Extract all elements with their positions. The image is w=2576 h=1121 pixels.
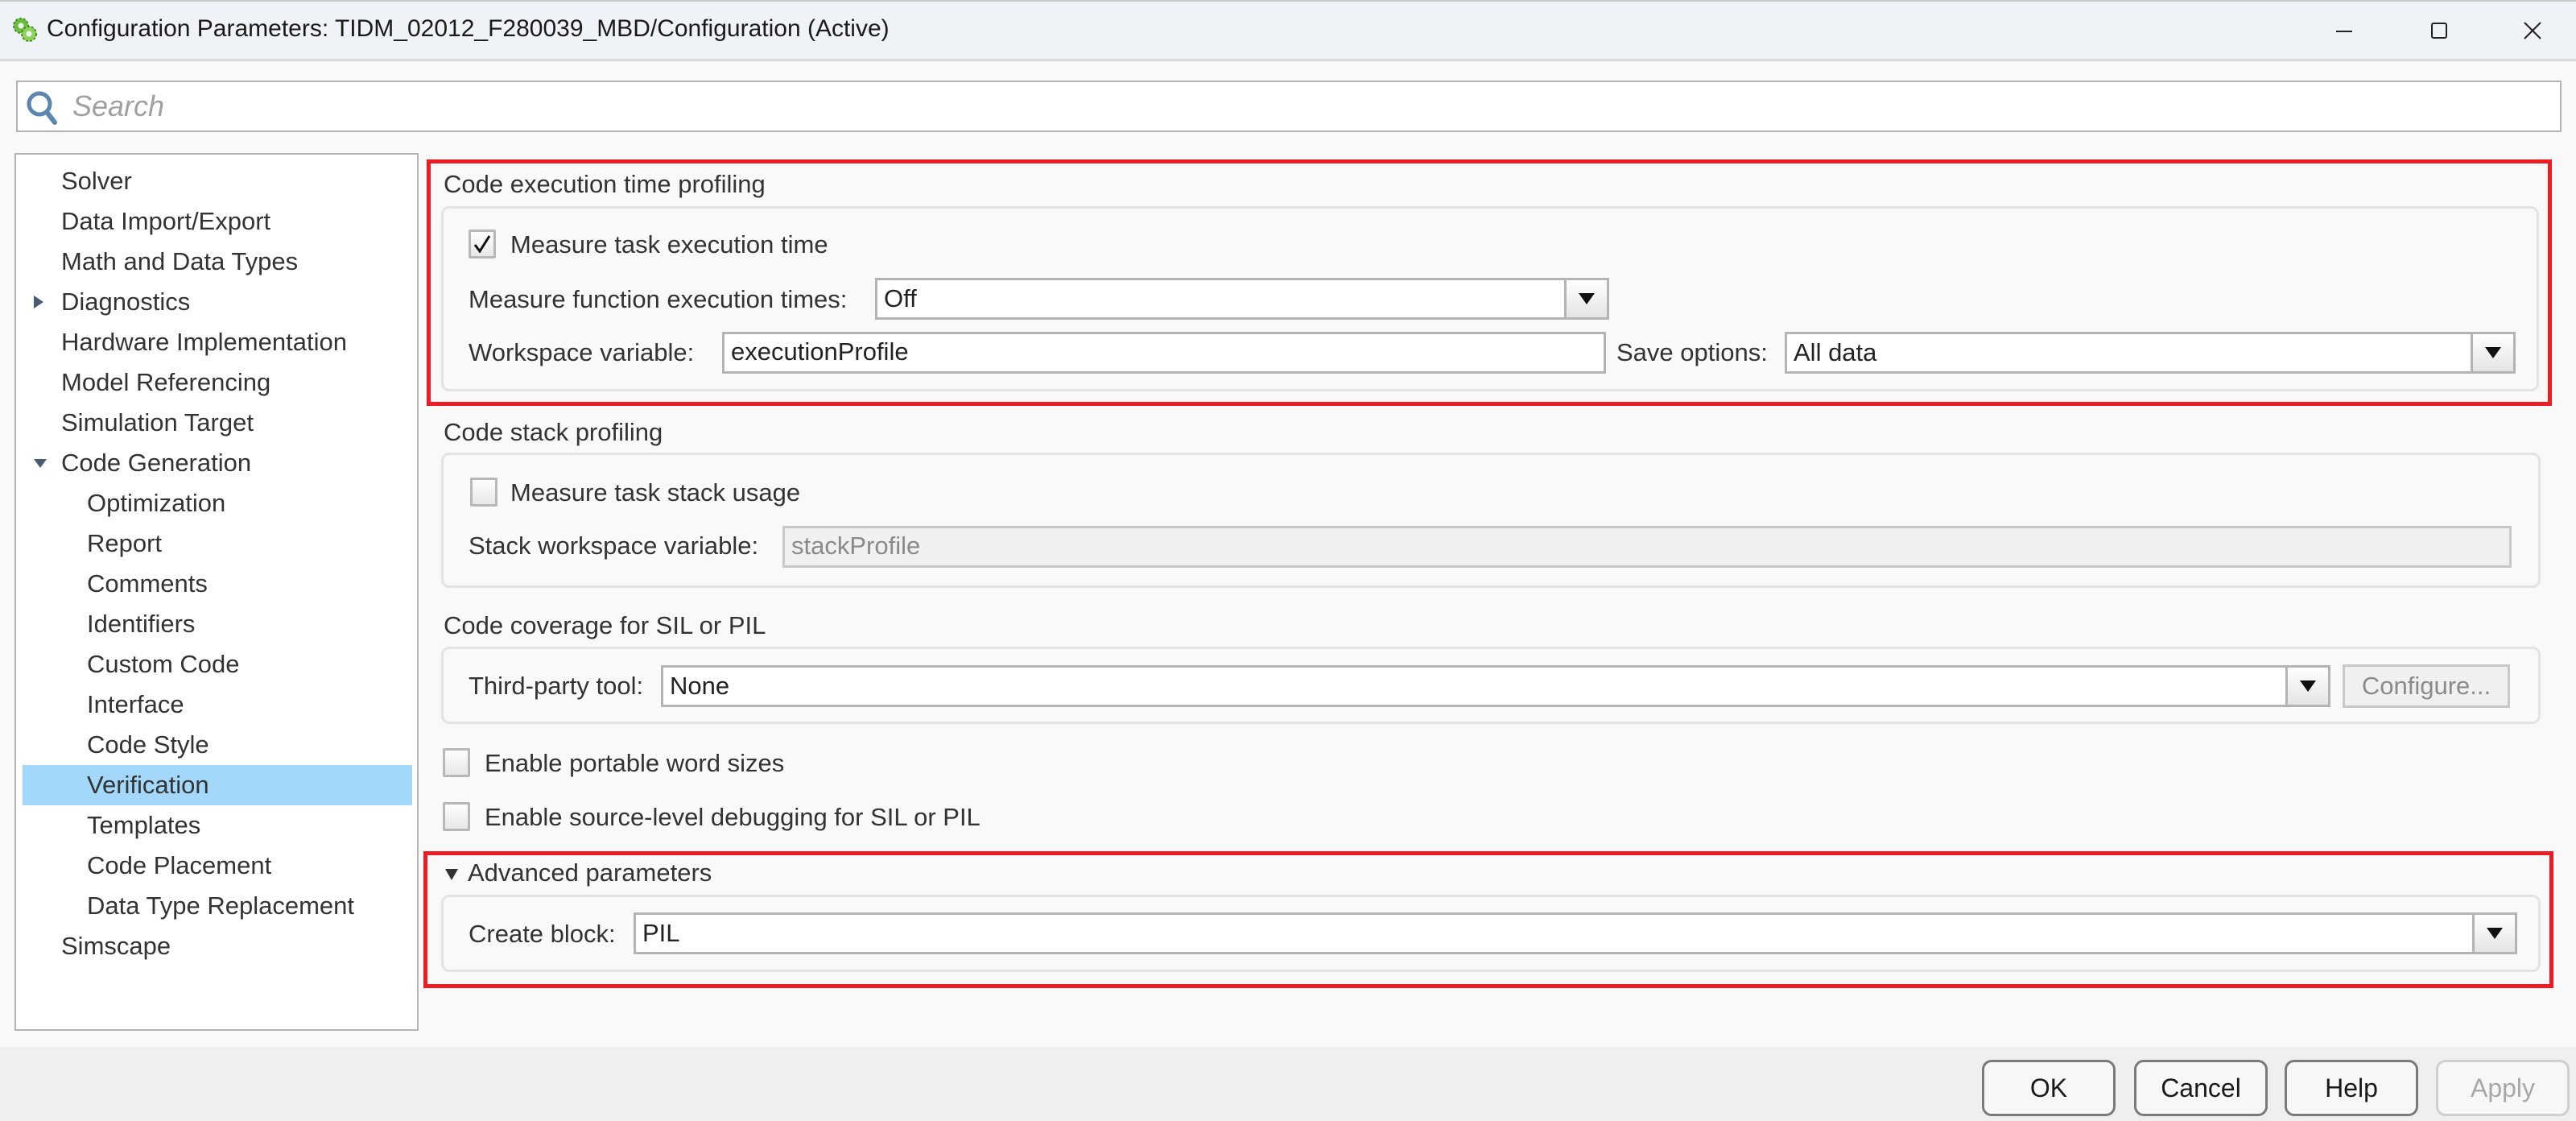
tree-item-label: Interface (87, 690, 184, 718)
tree-item-code-placement[interactable]: Code Placement (23, 846, 412, 886)
close-button[interactable] (2492, 8, 2573, 53)
tree-item-label: Math and Data Types (61, 247, 299, 275)
close-icon (2524, 22, 2541, 39)
collapse-arrow-icon[interactable] (32, 443, 52, 483)
tree-item-label: Optimization (87, 489, 226, 517)
tree-item-diagnostics[interactable]: Diagnostics (23, 282, 412, 322)
create-block-dropdown[interactable]: PIL (634, 912, 2517, 954)
apply-button: Apply (2436, 1060, 2570, 1116)
tree-item-label: Data Type Replacement (87, 891, 355, 920)
save-options-dropdown[interactable]: All data (1785, 332, 2516, 374)
third-party-tool-value: None (670, 672, 730, 700)
measure-task-execution-checkbox[interactable] (469, 230, 496, 259)
tree-item-label: Identifiers (87, 610, 196, 638)
source-debugging-checkbox[interactable] (443, 802, 470, 831)
gears-icon (11, 16, 39, 43)
tree-item-comments[interactable]: Comments (23, 564, 412, 604)
tree-item-optimization[interactable]: Optimization (23, 483, 412, 523)
tree-item-report[interactable]: Report (23, 523, 412, 564)
measure-function-label: Measure function execution times: (469, 285, 848, 313)
tree-item-interface[interactable]: Interface (23, 685, 412, 725)
tree-item-label: Code Placement (87, 851, 272, 879)
tree-item-data-type-replacement[interactable]: Data Type Replacement (23, 886, 412, 926)
tree-item-identifiers[interactable]: Identifiers (23, 604, 412, 644)
portable-word-sizes-checkbox[interactable] (443, 748, 470, 777)
minimize-icon (2336, 31, 2352, 32)
minimize-button[interactable] (2304, 8, 2384, 53)
search-icon (24, 89, 61, 126)
maximize-icon (2431, 23, 2447, 39)
measure-stack-usage-label: Measure task stack usage (510, 478, 801, 507)
tree-item-label: Code Generation (61, 449, 252, 477)
tree-item-label: Solver (61, 167, 132, 195)
dropdown-arrow-icon (1564, 280, 1607, 317)
tree-item-label: Report (87, 529, 163, 557)
create-block-label: Create block: (469, 920, 616, 948)
section-title-stack-profiling: Code stack profiling (444, 418, 663, 446)
measure-function-value: Off (884, 284, 917, 312)
tree-item-solver[interactable]: Solver (23, 161, 412, 201)
tree-item-hardware-implementation[interactable]: Hardware Implementation (23, 322, 412, 362)
stack-workspace-label: Stack workspace variable: (469, 532, 759, 560)
dropdown-arrow-icon (2472, 915, 2515, 952)
tree-item-label: Custom Code (87, 650, 240, 678)
create-block-value: PIL (642, 919, 680, 947)
category-tree: Solver Data Import/Export Math and Data … (14, 153, 419, 1031)
window-title: Configuration Parameters: TIDM_02012_F28… (47, 15, 890, 42)
configure-button: Configure... (2343, 664, 2510, 708)
section-title-code-coverage: Code coverage for SIL or PIL (444, 611, 766, 639)
tree-item-math-data-types[interactable]: Math and Data Types (23, 242, 412, 282)
tree-item-custom-code[interactable]: Custom Code (23, 644, 412, 685)
tree-item-simulation-target[interactable]: Simulation Target (23, 403, 412, 443)
tree-item-label: Templates (87, 811, 201, 839)
dropdown-arrow-icon (2285, 668, 2328, 705)
tree-item-label: Verification (87, 771, 209, 799)
search-input[interactable] (71, 87, 2534, 126)
stack-workspace-input: stackProfile (782, 526, 2512, 568)
tree-item-label: Hardware Implementation (61, 328, 347, 356)
save-options-label: Save options: (1616, 338, 1768, 366)
section-title-execution-profiling: Code execution time profiling (444, 170, 766, 198)
tree-item-label: Diagnostics (61, 287, 191, 316)
source-debugging-label: Enable source-level debugging for SIL or… (485, 803, 980, 831)
section-title-advanced-parameters[interactable]: Advanced parameters (468, 857, 712, 889)
workspace-variable-label: Workspace variable: (469, 338, 695, 366)
maximize-button[interactable] (2399, 8, 2479, 53)
tree-item-label: Data Import/Export (61, 207, 271, 235)
tree-item-verification[interactable]: Verification (23, 765, 412, 805)
measure-function-dropdown[interactable]: Off (875, 278, 1609, 320)
third-party-tool-dropdown[interactable]: None (661, 665, 2330, 707)
expand-arrow-icon[interactable] (32, 282, 52, 322)
tree-item-code-generation[interactable]: Code Generation (23, 443, 412, 483)
third-party-tool-label: Third-party tool: (469, 672, 644, 700)
measure-task-execution-label: Measure task execution time (510, 230, 828, 259)
ok-button[interactable]: OK (1982, 1060, 2116, 1116)
tree-item-code-style[interactable]: Code Style (23, 725, 412, 765)
tree-item-label: Comments (87, 569, 208, 598)
tree-item-model-referencing[interactable]: Model Referencing (23, 362, 412, 403)
tree-item-label: Model Referencing (61, 368, 271, 396)
dropdown-arrow-icon (2471, 334, 2513, 371)
cancel-button[interactable]: Cancel (2134, 1060, 2268, 1116)
help-button[interactable]: Help (2285, 1060, 2418, 1116)
search-box[interactable] (16, 81, 2562, 132)
portable-word-sizes-label: Enable portable word sizes (485, 749, 785, 777)
tree-item-label: Simscape (61, 932, 171, 960)
tree-item-label: Code Style (87, 730, 209, 759)
collapse-arrow-icon[interactable] (444, 867, 461, 884)
tree-item-data-import-export[interactable]: Data Import/Export (23, 201, 412, 242)
workspace-variable-input[interactable]: executionProfile (722, 332, 1606, 374)
checkmark-icon (473, 235, 491, 254)
tree-item-label: Simulation Target (61, 408, 254, 436)
tree-item-simscape[interactable]: Simscape (23, 926, 412, 966)
measure-stack-usage-checkbox[interactable] (470, 478, 497, 507)
save-options-value: All data (1794, 338, 1877, 366)
tree-item-templates[interactable]: Templates (23, 805, 412, 846)
